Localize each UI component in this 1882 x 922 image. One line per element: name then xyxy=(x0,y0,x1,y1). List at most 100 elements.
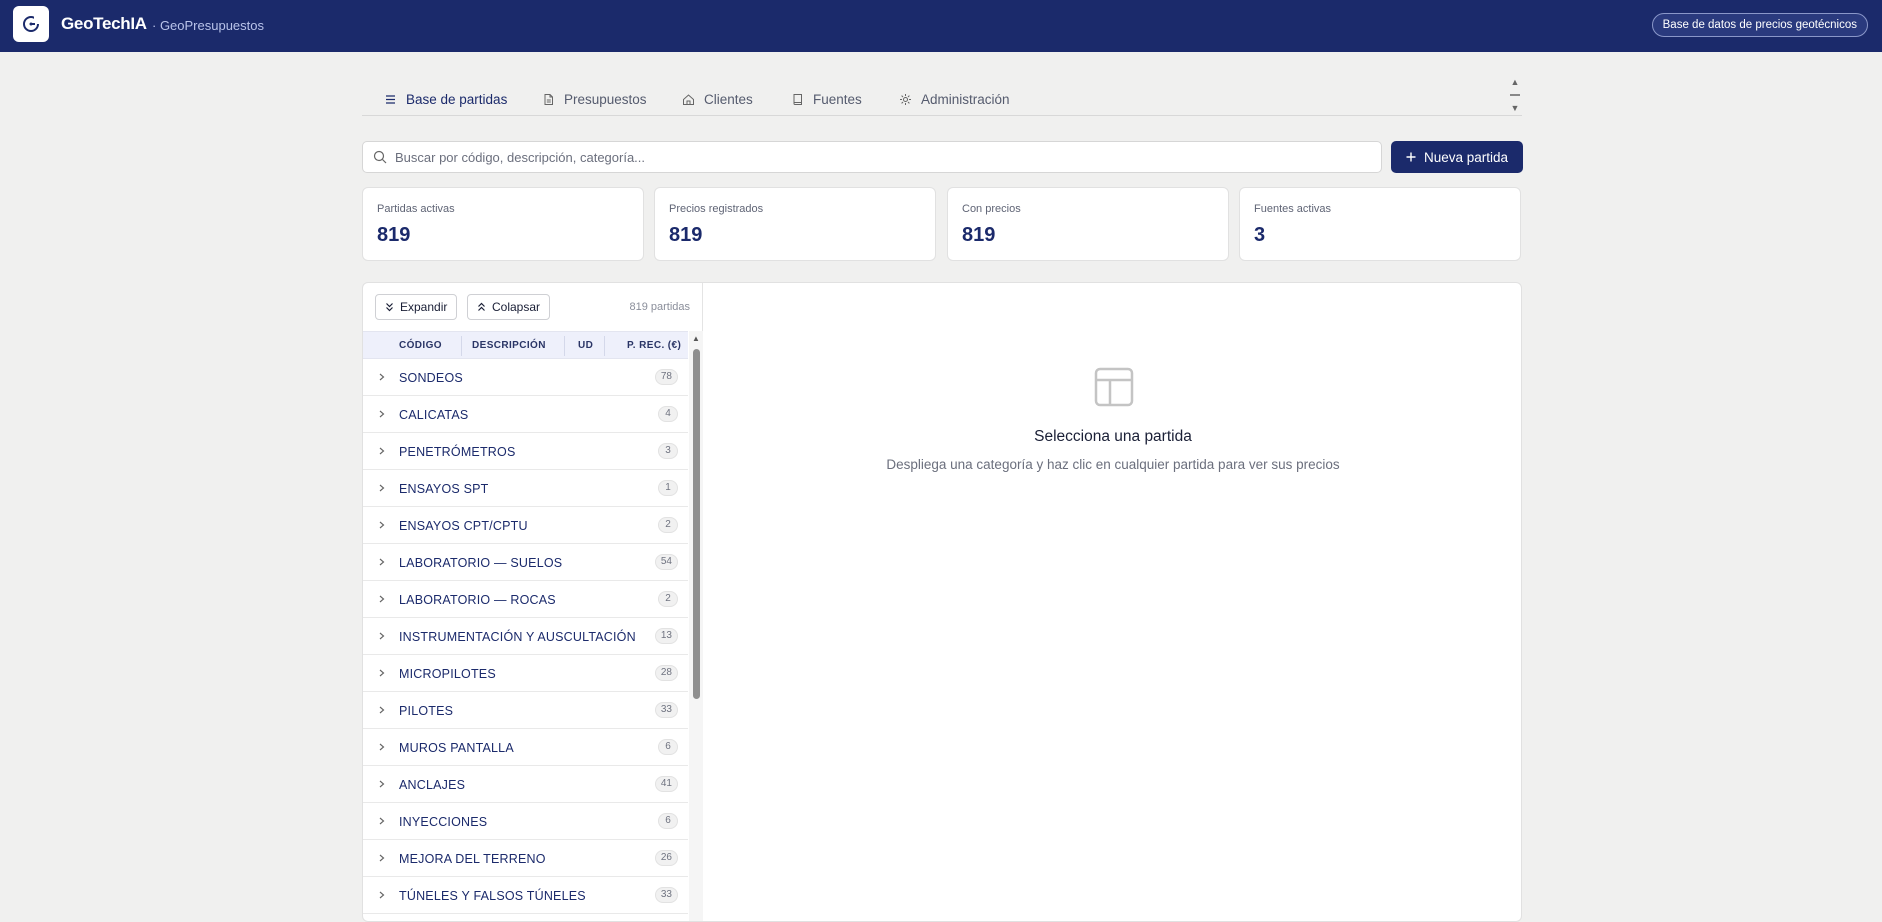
column-header-descripcion[interactable]: DESCRIPCIÓN xyxy=(472,340,546,351)
app-name: GeoTechIA xyxy=(61,14,147,33)
category-row[interactable]: ANCLAJES 41 xyxy=(363,766,688,803)
column-divider xyxy=(461,336,462,356)
chevron-right-icon[interactable] xyxy=(378,408,386,420)
category-name: LABORATORIO — SUELOS xyxy=(399,556,563,570)
category-row[interactable]: SONDEOS 78 xyxy=(363,359,688,396)
chevron-right-icon[interactable] xyxy=(378,519,386,531)
chevron-right-icon[interactable] xyxy=(378,445,386,457)
chevron-right-icon[interactable] xyxy=(378,889,386,901)
category-name: LABORATORIO — ROCAS xyxy=(399,593,556,607)
column-header-ud[interactable]: UD xyxy=(578,340,593,351)
logo-icon xyxy=(23,16,42,32)
chevron-right-icon[interactable] xyxy=(378,778,386,790)
column-header-precio[interactable]: P. REC. (€) xyxy=(627,340,681,351)
category-row[interactable]: PENETRÓMETROS 3 xyxy=(363,433,688,470)
list-icon xyxy=(386,94,395,104)
scroll-up-icon[interactable]: ▲ xyxy=(1511,77,1520,87)
category-count-badge: 1 xyxy=(658,480,678,496)
chevron-right-icon[interactable] xyxy=(378,482,386,494)
chevron-right-icon[interactable] xyxy=(378,630,386,642)
stat-card-fuentes-activas: Fuentes activas 3 xyxy=(1239,187,1521,261)
chevron-right-icon[interactable] xyxy=(378,815,386,827)
scroll-thumb[interactable] xyxy=(693,349,700,699)
search-bar[interactable] xyxy=(362,141,1382,173)
book-icon xyxy=(793,93,802,105)
category-row[interactable]: CALICATAS 4 xyxy=(363,396,688,433)
category-name: PILOTES xyxy=(399,704,454,718)
category-count-badge: 6 xyxy=(658,739,678,755)
scroll-down-icon[interactable]: ▼ xyxy=(1511,103,1520,113)
category-row[interactable]: LABORATORIO — SUELOS 54 xyxy=(363,544,688,581)
expand-button[interactable]: Expandir xyxy=(375,294,458,320)
collapse-label: Colapsar xyxy=(492,300,541,314)
category-count-badge: 78 xyxy=(654,369,678,385)
chevron-right-icon[interactable] xyxy=(378,667,386,679)
home-icon xyxy=(683,93,694,105)
chevron-right-icon[interactable] xyxy=(378,556,386,568)
app-logo[interactable] xyxy=(13,6,49,42)
tabs-scrollbar[interactable]: ▲ ▼ xyxy=(1508,77,1522,113)
tab-fuentes[interactable]: Fuentes xyxy=(791,86,862,112)
category-row[interactable]: ENSAYOS SPT 1 xyxy=(363,470,688,507)
category-row[interactable]: ENSAYOS CPT/CPTU 2 xyxy=(363,507,688,544)
category-row[interactable]: INSTRUMENTACIÓN Y AUSCULTACIÓN 13 xyxy=(363,618,688,655)
category-name: ANCLAJES xyxy=(399,778,466,792)
category-name: INSTRUMENTACIÓN Y AUSCULTACIÓN xyxy=(399,630,636,644)
expand-label: Expandir xyxy=(400,300,448,314)
main-panel: Expandir Colapsar 819 partidas CÓDIGO DE… xyxy=(362,282,1522,922)
scroll-thumb[interactable] xyxy=(1510,94,1520,96)
stat-value: 819 xyxy=(377,224,411,246)
category-count-badge: 3 xyxy=(658,443,678,459)
category-row[interactable]: MEJORA DEL TERRENO 26 xyxy=(363,840,688,877)
chevron-right-icon[interactable] xyxy=(378,741,386,753)
tab-label: Fuentes xyxy=(813,91,862,107)
tab-administracion[interactable]: Administración xyxy=(899,86,1010,112)
new-partida-button[interactable]: Nueva partida xyxy=(1391,141,1523,173)
stat-label: Fuentes activas xyxy=(1254,203,1332,215)
chevron-right-icon[interactable] xyxy=(378,852,386,864)
stat-label: Con precios xyxy=(962,203,1021,215)
tree-scrollbar[interactable]: ▲ xyxy=(689,331,703,921)
chevron-right-icon[interactable] xyxy=(378,704,386,716)
tab-label: Presupuestos xyxy=(564,91,647,107)
category-name: MEJORA DEL TERRENO xyxy=(399,852,546,866)
category-name: INYECCIONES xyxy=(399,815,488,829)
category-list: SONDEOS 78 CALICATAS 4 PENETRÓMETROS 3 ENSAYOS… xyxy=(363,359,688,914)
stat-value: 819 xyxy=(669,224,703,246)
search-input[interactable] xyxy=(395,149,1375,165)
stat-value: 3 xyxy=(1254,224,1266,246)
table-header: CÓDIGO DESCRIPCIÓN UD P. REC. (€) xyxy=(363,331,688,359)
partidas-count: 819 partidas xyxy=(629,301,690,313)
database-badge[interactable]: Base de datos de precios geotécnicos xyxy=(1651,13,1868,37)
tab-clientes[interactable]: Clientes xyxy=(682,86,753,112)
search-icon xyxy=(373,150,387,164)
category-count-badge: 41 xyxy=(654,776,678,792)
tab-label: Base de partidas xyxy=(406,91,508,107)
tab-label: Clientes xyxy=(704,91,753,107)
category-count-badge: 13 xyxy=(654,628,678,644)
chevron-right-icon[interactable] xyxy=(378,593,386,605)
scroll-up-icon[interactable]: ▲ xyxy=(692,334,700,343)
collapse-button[interactable]: Colapsar xyxy=(467,294,551,320)
category-row[interactable]: MICROPILOTES 28 xyxy=(363,655,688,692)
category-count-badge: 28 xyxy=(654,665,678,681)
plus-icon xyxy=(1406,152,1416,162)
category-row[interactable]: PILOTES 33 xyxy=(363,692,688,729)
document-icon xyxy=(544,93,553,105)
tab-base-de-partidas[interactable]: Base de partidas xyxy=(384,86,507,112)
category-row[interactable]: MUROS PANTALLA 6 xyxy=(363,729,688,766)
category-name: CALICATAS xyxy=(399,408,469,422)
empty-state-subtitle: Despliega una categoría y haz clic en cu… xyxy=(886,457,1340,472)
category-name: ENSAYOS SPT xyxy=(399,482,489,496)
category-row[interactable]: INYECCIONES 6 xyxy=(363,803,688,840)
category-name: PENETRÓMETROS xyxy=(399,445,516,459)
tab-presupuestos[interactable]: Presupuestos xyxy=(542,86,647,112)
chevron-right-icon[interactable] xyxy=(378,371,386,383)
category-row[interactable]: TÚNELES Y FALSOS TÚNELES 33 xyxy=(363,877,688,914)
category-count-badge: 2 xyxy=(658,517,678,533)
stat-card-con-precios: Con precios 819 xyxy=(947,187,1229,261)
column-header-codigo[interactable]: CÓDIGO xyxy=(399,340,442,351)
category-row[interactable]: LABORATORIO — ROCAS 2 xyxy=(363,581,688,618)
column-divider xyxy=(564,336,565,356)
chevrons-up-icon xyxy=(478,302,485,311)
